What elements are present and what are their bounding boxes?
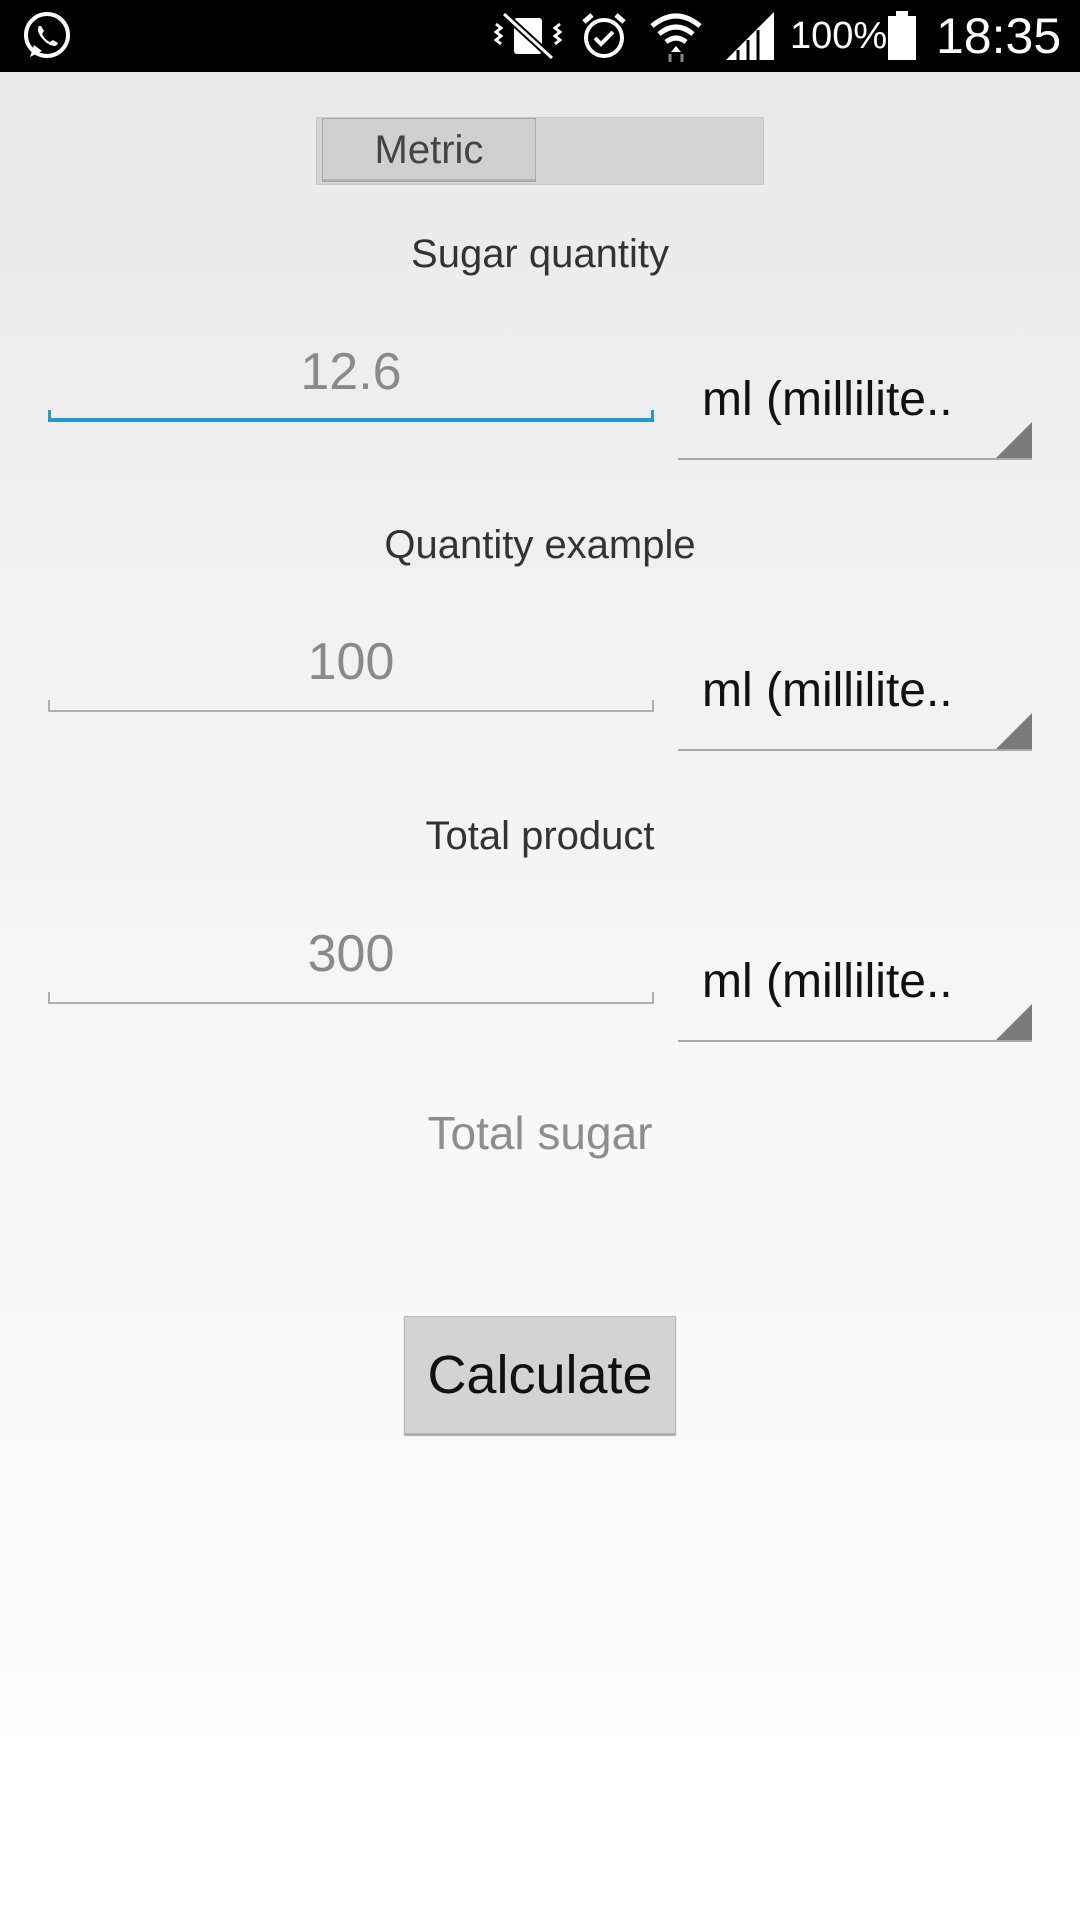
quantity-example-label: Quantity example <box>384 523 696 567</box>
sugar-quantity-input[interactable]: 12.6 <box>48 342 654 412</box>
dropdown-arrow-icon <box>996 1004 1032 1040</box>
total-product-unit-spinner[interactable]: ml (millilite.. <box>678 942 1032 1042</box>
toggle-knob-label[interactable]: Metric <box>322 118 536 182</box>
total-product-underline <box>48 992 654 1004</box>
sugar-quantity-underline <box>48 410 654 422</box>
signal-icon <box>724 0 776 72</box>
spinner-underline <box>678 749 1032 751</box>
quantity-example-unit: ml (millilite.. <box>702 664 953 717</box>
total-product-unit: ml (millilite.. <box>702 955 953 1008</box>
calculate-button[interactable]: Calculate <box>404 1316 676 1434</box>
dropdown-arrow-icon <box>996 713 1032 749</box>
sugar-quantity-label: Sugar quantity <box>411 232 669 276</box>
total-product-label: Total product <box>425 814 655 858</box>
quantity-example-unit-spinner[interactable]: ml (millilite.. <box>678 651 1032 751</box>
total-product-input[interactable]: 300 <box>48 924 654 994</box>
wifi-icon <box>648 0 704 72</box>
sugar-quantity-unit: ml (millilite.. <box>702 373 953 426</box>
total-sugar-result: Total sugar <box>427 1107 653 1159</box>
status-bar: 100% 18:35 <box>0 0 1080 72</box>
spinner-underline <box>678 458 1032 460</box>
clock: 18:35 <box>936 8 1062 64</box>
battery-icon <box>886 0 918 72</box>
whatsapp-icon <box>20 0 74 72</box>
spinner-underline <box>678 1040 1032 1042</box>
quantity-example-underline <box>48 700 654 712</box>
unit-system-toggle[interactable]: Metric <box>316 117 764 185</box>
dropdown-arrow-icon <box>996 422 1032 458</box>
battery-percent: 100% <box>790 14 888 57</box>
alarm-icon <box>578 0 630 72</box>
mute-vibrate-icon <box>492 0 564 72</box>
sugar-quantity-unit-spinner[interactable]: ml (millilite.. <box>678 360 1032 460</box>
quantity-example-input[interactable]: 100 <box>48 632 654 702</box>
